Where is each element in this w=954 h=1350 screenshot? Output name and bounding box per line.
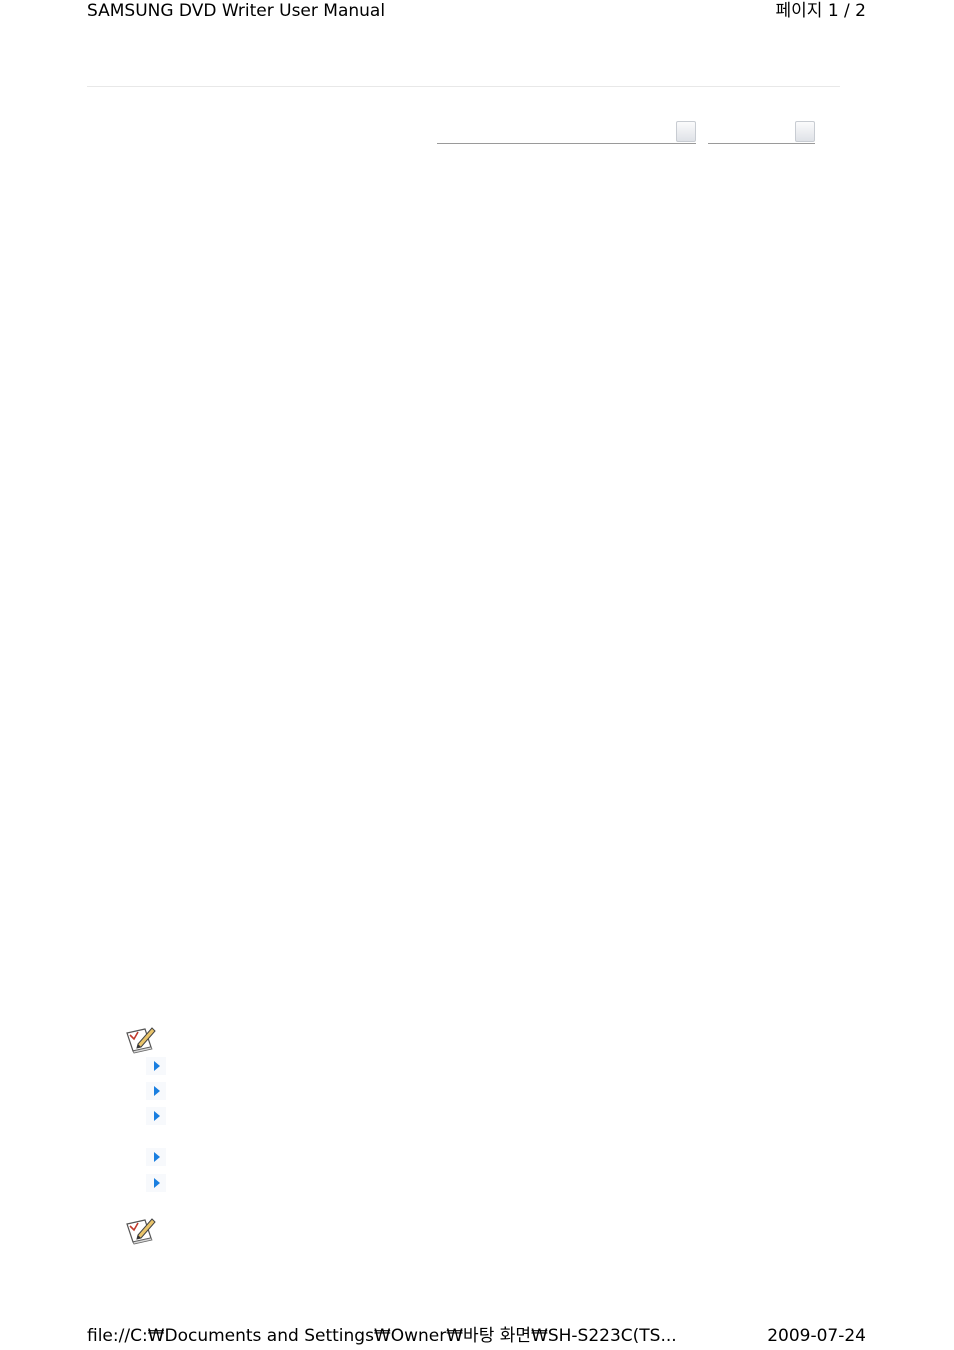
dropdown-button-icon[interactable] [676, 121, 696, 142]
bullet-arrow-icon [146, 1107, 166, 1125]
document-title: SAMSUNG DVD Writer User Manual [87, 1, 386, 21]
bullet-arrow-icon [146, 1148, 166, 1166]
header-divider [87, 86, 840, 87]
file-path: file://C:₩Documents and Settings₩Owner₩바… [87, 1326, 677, 1346]
secondary-dropdown[interactable] [708, 120, 815, 144]
print-date: 2009-07-24 [767, 1326, 866, 1346]
bullet-arrow-icon [146, 1174, 166, 1192]
note-pencil-icon [125, 1216, 157, 1246]
bullet-arrow-icon [146, 1082, 166, 1100]
page-indicator: 페이지 1 / 2 [775, 1, 867, 21]
note-pencil-icon [125, 1025, 157, 1055]
primary-dropdown[interactable] [437, 120, 696, 144]
dropdown-button-icon[interactable] [795, 121, 815, 142]
bullet-arrow-icon [146, 1057, 166, 1075]
